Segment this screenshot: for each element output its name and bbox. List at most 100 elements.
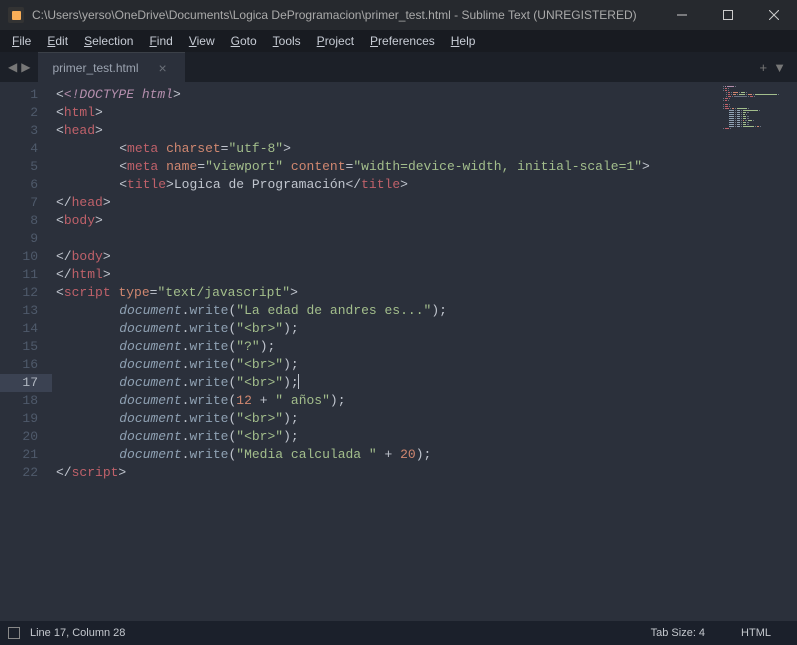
tab-close-button[interactable]: × (159, 60, 167, 76)
line-number[interactable]: 14 (0, 320, 52, 338)
code-line[interactable]: <body> (52, 212, 717, 230)
line-number[interactable]: 8 (0, 212, 52, 230)
minimap-stroke (729, 112, 734, 113)
minimap-stroke (737, 114, 740, 115)
line-number[interactable]: 16 (0, 356, 52, 374)
minimap-stroke (737, 108, 747, 109)
minimap-stroke (735, 108, 736, 109)
line-number[interactable]: 13 (0, 302, 52, 320)
code-line[interactable]: <meta charset="utf-8"> (52, 140, 717, 158)
menu-selection[interactable]: Selection (76, 32, 141, 50)
line-number[interactable]: 1 (0, 86, 52, 104)
syntax-mode[interactable]: HTML (723, 627, 789, 639)
code-line[interactable]: document.write(12 + " años"); (52, 392, 717, 410)
minimap-stroke (741, 112, 742, 113)
panel-switch-icon[interactable] (8, 627, 20, 639)
minimap-stroke (728, 88, 729, 89)
minimap-stroke (725, 88, 727, 89)
minimize-button[interactable] (659, 0, 705, 30)
line-number[interactable]: 19 (0, 410, 52, 428)
menu-goto[interactable]: Goto (223, 32, 265, 50)
line-number[interactable]: 9 (0, 230, 52, 248)
code-line[interactable]: document.write("<br>"); (52, 374, 717, 392)
minimap[interactable] (717, 82, 797, 621)
code-line[interactable]: </script> (52, 464, 717, 482)
line-number[interactable]: 11 (0, 266, 52, 284)
new-tab-button[interactable]: + (757, 60, 771, 75)
menu-file[interactable]: File (4, 32, 39, 50)
menu-edit[interactable]: Edit (39, 32, 76, 50)
tab-primer-test[interactable]: primer_test.html × (38, 52, 184, 82)
code-line[interactable]: document.write("<br>"); (52, 320, 717, 338)
code-line[interactable]: <title>Logica de Programación</title> (52, 176, 717, 194)
minimap-stroke (732, 96, 733, 97)
code-line[interactable]: document.write("Media calculada " + 20); (52, 446, 717, 464)
minimap-stroke (737, 112, 740, 113)
line-number[interactable]: 10 (0, 248, 52, 266)
minimap-stroke (745, 120, 747, 121)
minimap-stroke (729, 98, 730, 99)
tabbar: ◀ ▶ primer_test.html × + ▼ (0, 52, 797, 82)
code-line[interactable]: <meta name="viewport" content="width=dev… (52, 158, 717, 176)
code-line[interactable]: <<!DOCTYPE html> (52, 86, 717, 104)
menu-view[interactable]: View (181, 32, 223, 50)
minimap-stroke (743, 112, 747, 113)
line-number[interactable]: 6 (0, 176, 52, 194)
minimap-stroke (723, 88, 724, 89)
code-line[interactable]: document.write("La edad de andres es..."… (52, 302, 717, 320)
minimap-stroke (737, 126, 740, 127)
forward-button[interactable]: ▶ (19, 60, 32, 74)
minimap-stroke (725, 98, 727, 99)
app-window: C:\Users\yerso\OneDrive\Documents\Logica… (0, 0, 797, 645)
back-button[interactable]: ◀ (6, 60, 19, 74)
line-number[interactable]: 4 (0, 140, 52, 158)
code-line[interactable] (52, 230, 717, 248)
tab-size[interactable]: Tab Size: 4 (633, 627, 723, 639)
tab-menu-button[interactable]: ▼ (770, 60, 789, 75)
code-line[interactable]: </html> (52, 266, 717, 284)
line-number[interactable]: 5 (0, 158, 52, 176)
line-number[interactable]: 12 (0, 284, 52, 302)
code-line[interactable]: </head> (52, 194, 717, 212)
code-line[interactable]: document.write("?"); (52, 338, 717, 356)
minimap-stroke (729, 106, 730, 107)
code-line[interactable]: <head> (52, 122, 717, 140)
line-number[interactable]: 15 (0, 338, 52, 356)
code-area[interactable]: <<!DOCTYPE html><html><head> <meta chars… (52, 82, 717, 621)
minimap-stroke (728, 90, 729, 91)
titlebar[interactable]: C:\Users\yerso\OneDrive\Documents\Logica… (0, 0, 797, 30)
menu-project[interactable]: Project (309, 32, 362, 50)
code-line[interactable]: document.write("<br>"); (52, 428, 717, 446)
menu-tools[interactable]: Tools (265, 32, 309, 50)
minimap-stroke (757, 126, 758, 127)
maximize-button[interactable] (705, 0, 751, 30)
line-number[interactable]: 3 (0, 122, 52, 140)
close-button[interactable] (751, 0, 797, 30)
cursor-position[interactable]: Line 17, Column 28 (30, 627, 125, 639)
line-number[interactable]: 17 (0, 374, 52, 392)
line-number[interactable]: 18 (0, 392, 52, 410)
code-line[interactable]: document.write("<br>"); (52, 356, 717, 374)
minimap-stroke (728, 96, 731, 97)
code-line[interactable]: </body> (52, 248, 717, 266)
code-line[interactable]: <script type="text/javascript"> (52, 284, 717, 302)
menu-help[interactable]: Help (443, 32, 484, 50)
minimap-stroke (735, 120, 736, 121)
minimap-stroke (746, 114, 747, 115)
history-nav: ◀ ▶ (0, 52, 38, 82)
minimap-stroke (743, 122, 747, 123)
minimap-stroke (725, 100, 727, 101)
code-line[interactable]: <html> (52, 104, 717, 122)
menu-find[interactable]: Find (141, 32, 180, 50)
menu-preferences[interactable]: Preferences (362, 32, 443, 50)
code-line[interactable]: document.write("<br>"); (52, 410, 717, 428)
minimap-stroke (734, 96, 747, 97)
line-number[interactable]: 22 (0, 464, 52, 482)
gutter[interactable]: 12345678910111213141516171819202122 (0, 82, 52, 621)
line-number[interactable]: 7 (0, 194, 52, 212)
minimap-stroke (737, 110, 740, 111)
line-number[interactable]: 21 (0, 446, 52, 464)
line-number[interactable]: 2 (0, 104, 52, 122)
line-number[interactable]: 20 (0, 428, 52, 446)
minimap-stroke (725, 104, 727, 105)
